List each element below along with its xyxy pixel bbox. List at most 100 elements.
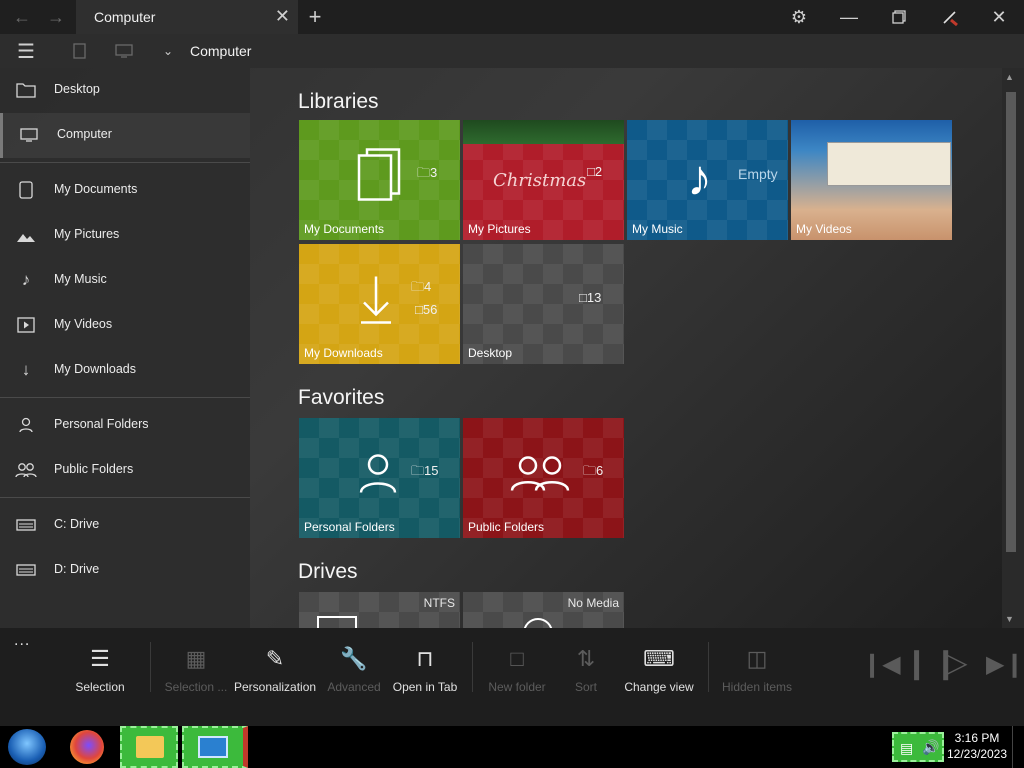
section-title-libraries: Libraries <box>298 90 379 113</box>
folder-icon: 🗀 <box>411 463 425 478</box>
play-icon[interactable]: ▷ <box>946 646 968 679</box>
new-folder-button[interactable]: □ New folder <box>484 644 550 704</box>
scroll-down-arrow-icon[interactable]: ▼ <box>1005 614 1014 624</box>
vertical-scrollbar[interactable]: ▲ ▼ <box>1002 68 1024 628</box>
gear-icon[interactable]: ⚙ <box>787 5 811 29</box>
sidebar-item-label: Computer <box>57 127 112 141</box>
sidebar-item-label: My Music <box>54 272 107 286</box>
selection-button[interactable]: ☰ Selection <box>70 644 130 704</box>
scroll-up-arrow-icon[interactable]: ▲ <box>1005 72 1014 82</box>
clock-time: 3:16 PM <box>954 731 1000 745</box>
monitor-icon <box>198 736 228 758</box>
file-icon: □ <box>579 290 587 305</box>
up-folder-icon[interactable] <box>68 39 92 63</box>
sidebar-item-label: C: Drive <box>54 517 100 531</box>
sidebar-item-computer[interactable]: Computer <box>0 113 250 158</box>
folder-count-badge: 🗀4 <box>411 279 432 294</box>
sidebar-item-label: Public Folders <box>54 462 134 476</box>
folder-icon: 🗀 <box>417 165 431 180</box>
show-desktop-button[interactable] <box>1012 726 1024 768</box>
tab-computer[interactable]: Computer ✕ <box>76 0 298 34</box>
advanced-button[interactable]: 🔧 Advanced <box>324 644 384 704</box>
drive-icon <box>14 558 38 582</box>
filesystem-badge: NTFS <box>423 596 455 610</box>
sidebar-item-label: My Videos <box>54 317 113 331</box>
tile-my-music[interactable]: ♪ Empty My Music <box>627 120 788 240</box>
close-icon[interactable]: ✕ <box>275 6 290 27</box>
minimize-icon[interactable]: — <box>837 5 861 29</box>
file-count-badge: □13 <box>579 290 602 305</box>
folder-icon: 🗀 <box>583 463 597 478</box>
section-title-favorites: Favorites <box>298 386 385 409</box>
disc-icon <box>523 618 553 628</box>
tile-desktop[interactable]: □13 Desktop <box>463 244 624 364</box>
network-icon[interactable]: ▤ <box>900 740 913 757</box>
drive-icon <box>14 513 38 537</box>
hamburger-menu-icon[interactable]: ☰ <box>14 39 38 63</box>
sidebar-item-d-drive[interactable]: D: Drive <box>0 548 250 593</box>
file-explorer-taskbar-button[interactable] <box>120 726 178 768</box>
wrench-icon: 🔧 <box>340 646 368 671</box>
sidebar-item-label: Desktop <box>54 82 100 96</box>
empty-badge: Empty <box>738 166 778 182</box>
file-icon: □ <box>415 302 423 317</box>
tile-d-drive[interactable]: No Media <box>463 592 624 628</box>
download-icon <box>359 274 393 329</box>
sidebar-item-my-pictures[interactable]: My Pictures <box>0 213 250 258</box>
tile-label: Personal Folders <box>304 520 395 534</box>
firefox-icon[interactable] <box>70 730 104 764</box>
change-view-button[interactable]: ⌨ Change view <box>622 644 696 704</box>
command-divider <box>150 642 151 692</box>
tab-title: Computer <box>94 9 156 25</box>
tile-my-videos[interactable]: My Videos <box>791 120 952 240</box>
sidebar-item-my-videos[interactable]: My Videos <box>0 303 250 348</box>
tile-c-drive[interactable]: NTFS <box>299 592 460 628</box>
computer-icon[interactable] <box>112 39 136 63</box>
forward-arrow-icon[interactable]: → <box>44 5 68 29</box>
sidebar-item-label: My Downloads <box>54 362 136 376</box>
download-icon: ↓ <box>21 360 31 379</box>
media-badge: No Media <box>567 596 619 610</box>
sidebar-item-desktop[interactable]: Desktop <box>0 68 250 113</box>
tile-label: My Videos <box>796 222 852 236</box>
start-button[interactable] <box>8 729 46 765</box>
personalization-button[interactable]: ✎ Personalization <box>234 644 316 704</box>
more-options-icon[interactable]: ... <box>14 632 30 650</box>
next-track-icon[interactable]: ▶❙ <box>986 650 1024 679</box>
sidebar-item-public-folders[interactable]: Public Folders <box>0 448 250 493</box>
tile-my-documents[interactable]: 🗀3 My Documents <box>299 120 460 240</box>
open-in-tab-button[interactable]: ⊓ Open in Tab <box>390 644 460 704</box>
computer-taskbar-button[interactable] <box>182 726 248 768</box>
previous-track-icon[interactable]: ❙◀ <box>862 650 901 679</box>
chevron-down-icon[interactable]: ⌄ <box>156 39 180 63</box>
tile-label: Public Folders <box>468 520 545 534</box>
tile-public-folders[interactable]: 🗀6 Public Folders <box>463 418 624 538</box>
sidebar-item-c-drive[interactable]: C: Drive <box>0 503 250 548</box>
sidebar-item-personal-folders[interactable]: Personal Folders <box>0 403 250 448</box>
tile-personal-folders[interactable]: 🗀15 Personal Folders <box>299 418 460 538</box>
sort-button[interactable]: ⇅ Sort <box>566 644 606 704</box>
window-close-icon[interactable]: ✕ <box>987 5 1011 29</box>
selection-options-button[interactable]: ▦ Selection ... <box>162 644 230 704</box>
volume-icon[interactable]: 🔊 <box>922 739 939 756</box>
tile-label: My Music <box>632 222 683 236</box>
pen-icon[interactable] <box>938 5 962 29</box>
hidden-items-button[interactable]: ◫ Hidden items <box>720 644 794 704</box>
sidebar-item-label: My Documents <box>54 182 138 196</box>
plus-icon[interactable]: + <box>303 4 327 29</box>
people-icon <box>510 455 570 496</box>
sidebar-item-my-music[interactable]: ♪ My Music <box>0 258 250 303</box>
scroll-thumb[interactable] <box>1006 92 1016 552</box>
sidebar-item-my-documents[interactable]: My Documents <box>0 168 250 213</box>
tile-label: Desktop <box>468 346 513 360</box>
system-tray[interactable]: ▤ 🔊 <box>892 732 944 762</box>
paint-icon: ✎ <box>265 646 285 671</box>
sidebar-item-my-downloads[interactable]: ↓ My Downloads <box>0 348 250 393</box>
restore-icon[interactable] <box>887 5 911 29</box>
tile-my-pictures[interactable]: Christmas □2 My Pictures <box>463 120 624 240</box>
tile-my-downloads[interactable]: 🗀4 □56 My Downloads <box>299 244 460 364</box>
address-path[interactable]: Computer <box>190 43 251 59</box>
back-arrow-icon[interactable]: ← <box>10 5 34 29</box>
clock[interactable]: 3:16 PM 12/23/2023 <box>946 730 1008 762</box>
person-icon <box>359 453 397 498</box>
